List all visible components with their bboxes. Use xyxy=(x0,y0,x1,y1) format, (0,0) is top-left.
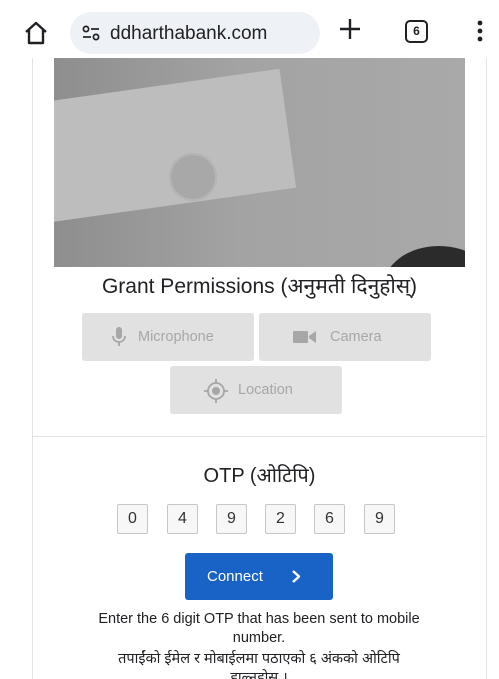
otp-title: OTP (ओटिपि) xyxy=(203,465,316,487)
chevron-right-icon xyxy=(292,570,301,583)
plus-icon[interactable] xyxy=(338,17,362,41)
otp-help-en-line2: number. xyxy=(232,630,286,646)
camera-preview xyxy=(54,58,465,267)
browser-toolbar: ddharthabank.com 6 xyxy=(0,0,499,58)
tab-switcher-icon[interactable]: 6 xyxy=(405,20,428,43)
microphone-button[interactable]: Microphone xyxy=(82,313,254,361)
otp-help-en-line1: Enter the 6 digit OTP that has been sent… xyxy=(98,611,420,627)
connect-label: Connect xyxy=(207,568,263,585)
otp-digit-2[interactable]: 4 xyxy=(167,504,198,534)
videocam-icon xyxy=(293,331,316,343)
preview-circle xyxy=(169,153,217,201)
home-icon[interactable] xyxy=(22,19,50,47)
url-text: ddharthabank.com xyxy=(110,23,268,44)
camera-label: Camera xyxy=(330,329,382,345)
tune-icon[interactable] xyxy=(82,25,100,41)
otp-digit-4[interactable]: 2 xyxy=(265,504,296,534)
otp-digit-6[interactable]: 9 xyxy=(364,504,395,534)
microphone-label: Microphone xyxy=(138,329,214,345)
location-label: Location xyxy=(238,382,293,398)
microphone-icon xyxy=(112,327,126,346)
otp-digit-1[interactable]: 0 xyxy=(117,504,148,534)
address-bar[interactable]: ddharthabank.com xyxy=(70,12,320,54)
permissions-title: Grant Permissions (अनुमती दिनुहोस्) xyxy=(101,275,418,298)
section-divider xyxy=(33,436,486,437)
otp-help-ne-line2: हाल्नुहोस । xyxy=(230,670,288,679)
connect-button[interactable]: Connect xyxy=(185,553,333,600)
location-button[interactable]: Location xyxy=(170,366,342,414)
camera-button[interactable]: Camera xyxy=(259,313,431,361)
otp-digit-5[interactable]: 6 xyxy=(314,504,345,534)
otp-digit-3[interactable]: 9 xyxy=(216,504,247,534)
location-icon xyxy=(204,379,228,403)
tab-count: 6 xyxy=(413,24,420,38)
otp-help-ne-line1: तपाईंको ईमेल र मोबाईलमा पठाएको ६ अंकको ओ… xyxy=(118,651,400,667)
kebab-menu-icon[interactable] xyxy=(468,18,492,44)
